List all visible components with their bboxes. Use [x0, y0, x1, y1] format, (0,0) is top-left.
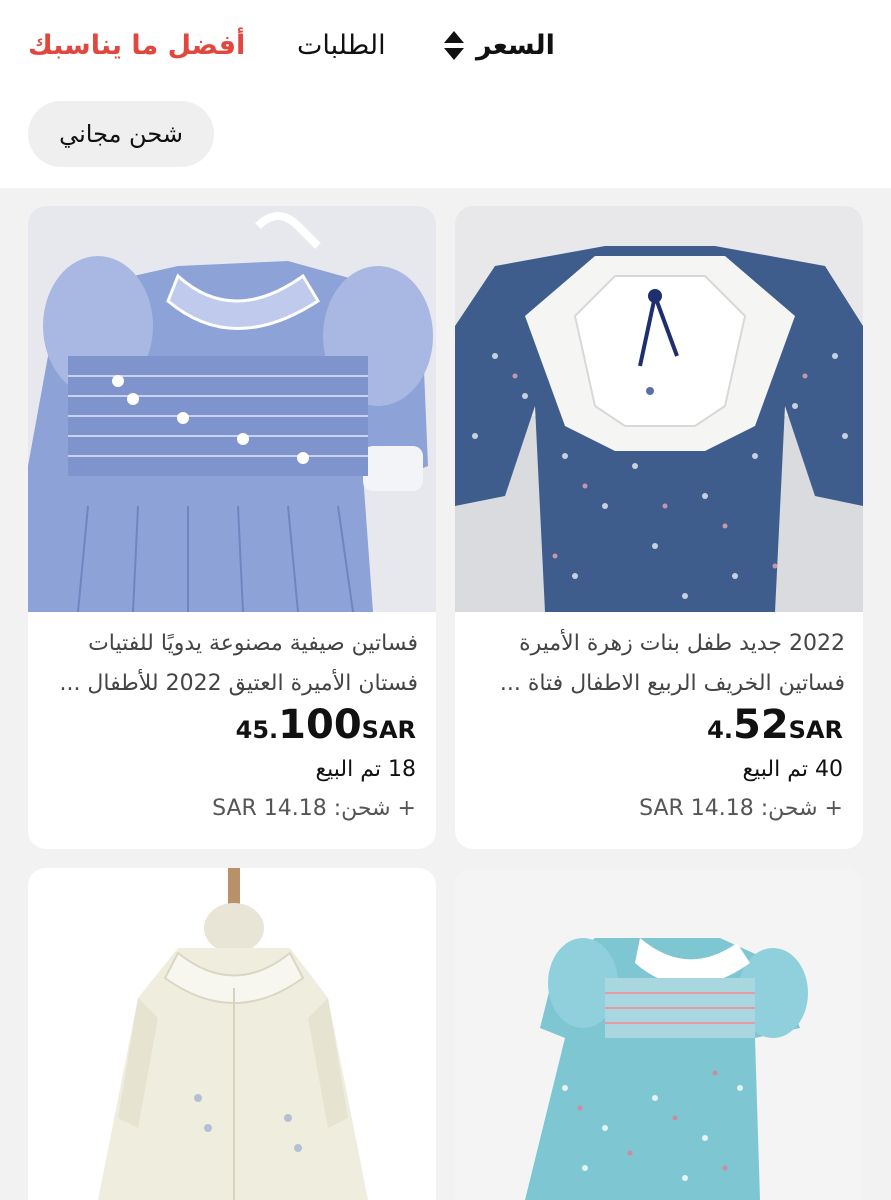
sold-count: 18 تم البيع [315, 757, 416, 782]
sort-price[interactable]: السعر [444, 18, 555, 72]
product-image-cream-coat-dress[interactable] [28, 868, 436, 1200]
product-title[interactable]: 2022 جديد طفل بنات زهرة الأميرة فساتين ا… [455, 624, 845, 704]
product-price: 4.52SAR [707, 702, 843, 748]
price-integer: 4. [707, 716, 733, 744]
price-currency: SAR [361, 716, 416, 744]
price-integer: 45. [235, 716, 279, 744]
product-title-line: فستان الأميرة العتيق 2022 للأطفال ... [59, 671, 418, 696]
product-card[interactable]: 2022 جديد طفل بنات زهرة الأميرة فساتين ا… [455, 206, 863, 849]
price-currency: SAR [788, 716, 843, 744]
sold-count: 40 تم البيع [742, 757, 843, 782]
sort-arrows-icon [444, 30, 464, 60]
product-image-floral-dress[interactable] [455, 206, 863, 612]
free-shipping-chip[interactable]: شحن مجاني [28, 101, 214, 167]
product-title-line: فساتين الخريف الربيع الاطفال فتاة ... [499, 671, 845, 696]
sort-price-label: السعر [476, 29, 555, 61]
shipping-cost: + شحن: SAR 14.18 [212, 796, 416, 821]
product-card[interactable]: فساتين صيفية مصنوعة يدويًا للفتيات فستان… [28, 206, 436, 849]
product-price: 45.100SAR [236, 702, 416, 748]
product-image-blue-smocked-dress[interactable] [28, 206, 436, 612]
sort-orders[interactable]: الطلبات [297, 18, 386, 72]
top-bar: أفضل ما يناسبك الطلبات السعر شحن مجاني [0, 0, 891, 188]
product-card[interactable] [455, 868, 863, 1200]
product-title-line: فساتين صيفية مصنوعة يدويًا للفتيات [88, 631, 418, 656]
price-decimal: 100 [278, 702, 362, 748]
shipping-cost: + شحن: SAR 14.18 [639, 796, 843, 821]
product-title-line: 2022 جديد طفل بنات زهرة الأميرة [519, 631, 845, 656]
product-card[interactable] [28, 868, 436, 1200]
price-decimal: 52 [732, 702, 789, 748]
product-image-mint-floral-dress[interactable] [455, 868, 863, 1200]
product-title[interactable]: فساتين صيفية مصنوعة يدويًا للفتيات فستان… [28, 624, 418, 704]
sort-best-match[interactable]: أفضل ما يناسبك [28, 18, 245, 72]
